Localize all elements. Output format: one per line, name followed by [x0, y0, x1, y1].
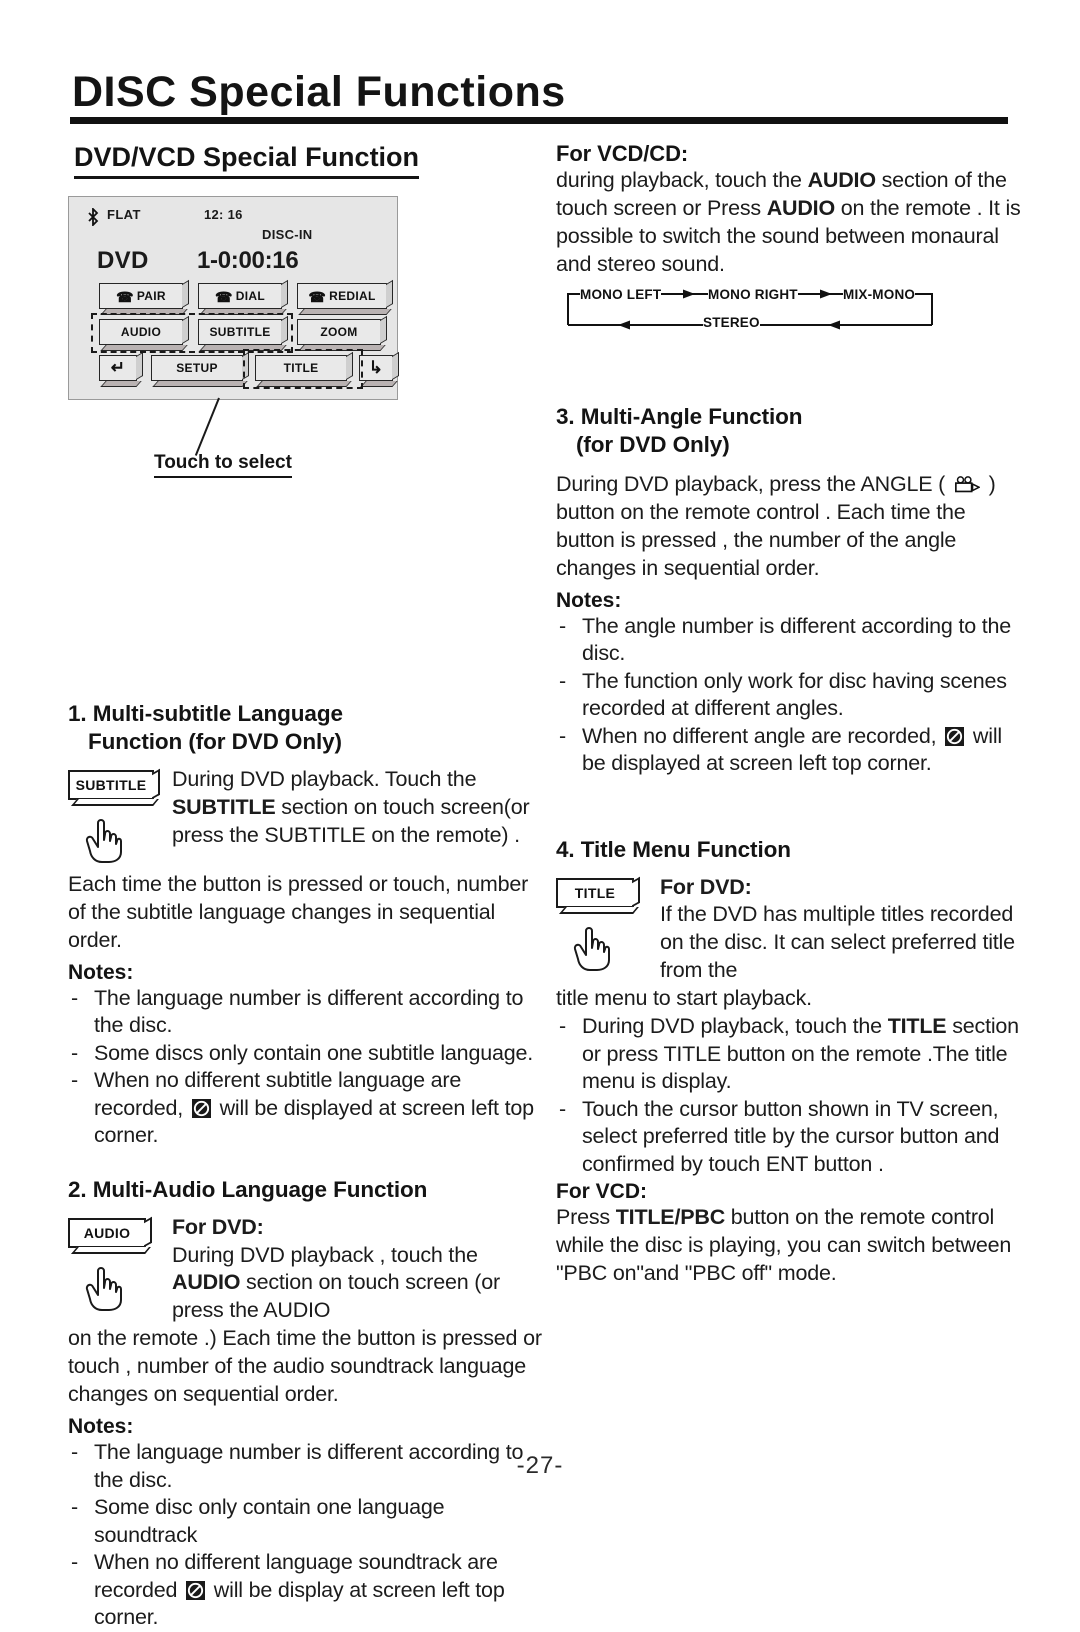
- right-column: For VCD/CD: during playback, touch the A…: [556, 140, 1024, 1288]
- section-1-heading: 1. Multi-subtitle Language Function (for…: [68, 701, 343, 754]
- page-title: DISC Special Functions: [72, 68, 566, 116]
- left-column: FLAT 12: 16 DISC-IN DVD 1-0:00:16 ☎ PAIR …: [68, 196, 548, 1632]
- for-vcd-body: Press TITLE/PBC button on the remote con…: [556, 1205, 1012, 1286]
- device-button-back[interactable]: ↵: [99, 355, 137, 381]
- section-3-heading: 3. Multi-Angle Function (for DVD Only): [556, 404, 803, 457]
- section-2-notes-label: Notes:: [68, 1415, 134, 1439]
- no-signal-icon: [191, 1098, 211, 1118]
- enter-right-arrow-icon: ↳: [368, 358, 384, 377]
- section-3-body: During DVD playback, press the ANGLE ( )…: [556, 471, 996, 580]
- title-divider: [70, 117, 1008, 124]
- section-3-notes-list: The angle number is different according …: [556, 613, 1024, 778]
- touch-to-select-caption: Touch to select: [154, 452, 292, 478]
- device-button-pair[interactable]: ☎ PAIR: [99, 283, 183, 309]
- note-item: When no different language soundtrack ar…: [68, 1549, 548, 1632]
- bluetooth-icon: [86, 206, 100, 228]
- section-3-notes-label: Notes:: [556, 588, 622, 612]
- phone-pair-icon: ☎: [116, 289, 134, 305]
- for-vcd-cd-body: during playback, touch the AUDIO section…: [556, 168, 1021, 277]
- phone-redial-icon: ☎: [308, 289, 327, 305]
- note-item: Some discs only contain one subtitle lan…: [68, 1040, 548, 1068]
- section-3: 3. Multi-Angle Function (for DVD Only) D…: [556, 403, 1024, 778]
- note-item: Touch the cursor button shown in TV scre…: [556, 1096, 1024, 1179]
- page-number: -27-: [516, 1452, 564, 1479]
- device-clock: 12: 16: [204, 207, 243, 222]
- note-item: When no different subtitle language are …: [68, 1067, 548, 1150]
- cycle-label-stereo: STEREO: [703, 315, 760, 331]
- section-2: 2. Multi-Audio Language Function AUDIO F…: [68, 1176, 548, 1632]
- device-elapsed-time: 1-0:00:16: [197, 247, 299, 274]
- section-heading: DVD/VCD Special Function: [74, 142, 420, 179]
- enter-left-arrow-icon: ↵: [110, 358, 126, 377]
- note-item: When no different angle are recorded, wi…: [556, 723, 1024, 778]
- device-button-setup[interactable]: SETUP: [151, 355, 243, 381]
- section-4-continued-text: title menu to start playback.: [556, 986, 812, 1011]
- title-key-illustration: TITLE: [556, 877, 660, 977]
- hand-pointer-icon: [570, 922, 660, 977]
- audio-mode-cycle-diagram: MONO LEFT MONO RIGHT MIX-MONO STEREO: [560, 287, 950, 339]
- device-status-bar: FLAT 12: 16: [69, 205, 397, 228]
- phone-dial-icon: ☎: [215, 289, 233, 305]
- cycle-label-mix-mono: MIX-MONO: [843, 287, 916, 303]
- section-2-heading: 2. Multi-Audio Language Function: [68, 1176, 428, 1202]
- hand-pointer-icon: [82, 1262, 172, 1317]
- cycle-label-mono-left: MONO LEFT: [580, 287, 662, 303]
- device-eq-mode: FLAT: [107, 207, 141, 222]
- no-signal-icon: [186, 1580, 206, 1600]
- device-button-zoom[interactable]: ZOOM: [297, 319, 381, 345]
- note-item: The language number is different accordi…: [68, 985, 548, 1040]
- for-vcd-heading: For VCD:: [556, 1180, 647, 1204]
- section-4: 4. Title Menu Function TITLE For DVD: If …: [556, 836, 1024, 1288]
- section-4-bullets: During DVD playback, touch the TITLE sec…: [556, 1013, 1024, 1178]
- title-key-button[interactable]: TITLE: [556, 877, 634, 908]
- for-vcd-cd-heading: For VCD/CD:: [556, 141, 689, 166]
- hand-pointer-icon: [82, 814, 172, 869]
- device-disc-status: DISC-IN: [262, 227, 313, 242]
- section-1-notes-label: Notes:: [68, 960, 134, 984]
- callout-leader-line: [194, 397, 220, 456]
- movie-camera-icon: [954, 473, 981, 493]
- section-1-notes-list: The language number is different accordi…: [68, 985, 548, 1150]
- note-item: The function only work for disc having s…: [556, 668, 1024, 723]
- device-screen-illustration: FLAT 12: 16 DISC-IN DVD 1-0:00:16 ☎ PAIR …: [68, 196, 398, 400]
- section-1: 1. Multi-subtitle Language Function (for…: [68, 700, 548, 1150]
- device-source-label: DVD: [97, 247, 149, 274]
- device-button-subtitle[interactable]: SUBTITLE: [198, 319, 282, 345]
- audio-key-button[interactable]: AUDIO: [68, 1217, 146, 1248]
- subtitle-key-button[interactable]: SUBTITLE: [68, 769, 154, 800]
- note-item: Some disc only contain one language soun…: [68, 1494, 548, 1549]
- note-item: The angle number is different according …: [556, 613, 1024, 668]
- cycle-label-mono-right: MONO RIGHT: [708, 287, 798, 303]
- device-button-redial[interactable]: ☎ REDIAL: [297, 283, 387, 309]
- section-1-continued-text: Each time the button is pressed or touch…: [68, 871, 529, 952]
- section-4-heading: 4. Title Menu Function: [556, 836, 791, 862]
- note-item: During DVD playback, touch the TITLE sec…: [556, 1013, 1024, 1096]
- device-button-audio[interactable]: AUDIO: [99, 319, 183, 345]
- device-button-dial[interactable]: ☎ DIAL: [198, 283, 282, 309]
- audio-key-illustration: AUDIO: [68, 1217, 172, 1317]
- subtitle-key-illustration: SUBTITLE: [68, 769, 172, 869]
- device-button-forward[interactable]: ↳: [359, 355, 393, 381]
- no-signal-icon: [945, 726, 965, 746]
- device-button-title[interactable]: TITLE: [255, 355, 347, 381]
- section-2-continued-text: on the remote .) Each time the button is…: [68, 1326, 542, 1407]
